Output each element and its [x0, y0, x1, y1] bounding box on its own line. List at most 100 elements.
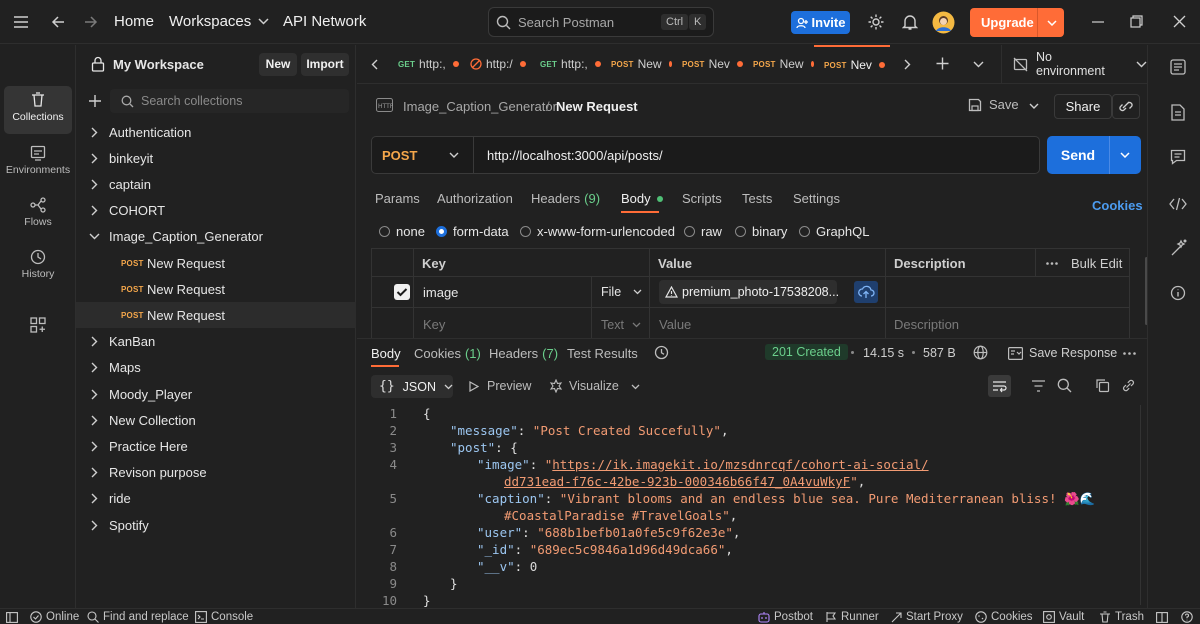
request-tab[interactable]: GET http:,	[530, 45, 601, 83]
request-tab[interactable]: POST New	[601, 45, 672, 83]
url-input[interactable]: http://localhost:3000/api/posts/	[487, 148, 663, 163]
request-tab[interactable]: POST Nev	[672, 45, 743, 83]
postbot-button[interactable]: Postbot	[758, 611, 813, 623]
request-tab[interactable]: GET http:,	[388, 45, 459, 83]
menu-icon[interactable]	[13, 15, 29, 29]
api-network-link[interactable]: API Network	[283, 13, 366, 30]
collection-item[interactable]: Maps	[76, 355, 356, 381]
tab-settings[interactable]: Settings	[793, 191, 840, 206]
online-status[interactable]: Online	[30, 611, 79, 623]
workspace-name[interactable]: My Workspace	[113, 57, 204, 72]
chevron-down-icon[interactable]	[1120, 152, 1130, 158]
chevron-down-icon[interactable]	[973, 61, 984, 68]
workspaces-menu[interactable]: Workspaces	[169, 13, 269, 30]
layout-icon[interactable]	[1156, 612, 1168, 623]
collection-item[interactable]: captain	[76, 171, 356, 197]
rail-configure[interactable]	[4, 311, 72, 341]
visualize-button[interactable]: Visualize	[549, 379, 619, 393]
import-button[interactable]: Import	[301, 53, 349, 76]
search-icon[interactable]	[1057, 378, 1072, 393]
new-button[interactable]: New	[259, 53, 297, 76]
start-proxy-button[interactable]: Start Proxy	[890, 611, 963, 623]
gear-icon[interactable]	[867, 13, 885, 31]
empty-description[interactable]: Description	[894, 317, 959, 332]
filter-icon[interactable]	[1031, 380, 1046, 392]
collection-search-input[interactable]: Search collections	[110, 89, 349, 113]
share-button[interactable]: Share	[1054, 94, 1112, 119]
tab-scripts[interactable]: Scripts	[682, 191, 722, 206]
response-code[interactable]: 1 { 2 "message": "Post Created Succefull…	[357, 404, 1147, 608]
radio-form-data[interactable]: form-data	[436, 224, 509, 239]
breadcrumb-request[interactable]: New Request	[556, 99, 638, 114]
json-link[interactable]: dd731ead-f76c-42be-923b-000346b66f47_0A4…	[504, 474, 850, 489]
checkbox-checked[interactable]	[394, 284, 410, 300]
history-icon[interactable]	[654, 345, 669, 360]
invite-button[interactable]: Invite	[791, 11, 850, 34]
chevron-down-icon[interactable]	[1029, 103, 1039, 109]
code-icon[interactable]	[1169, 197, 1187, 211]
preview-button[interactable]: Preview	[469, 379, 531, 393]
breadcrumb-collection[interactable]: Image_Caption_Generator	[403, 99, 557, 114]
info-icon[interactable]	[1170, 285, 1186, 301]
tab-params[interactable]: Params	[375, 191, 420, 206]
save-button[interactable]: Save	[968, 97, 1019, 112]
copy-icon[interactable]	[1095, 378, 1110, 393]
scrollbar-track[interactable]	[1140, 405, 1141, 605]
more-icon[interactable]	[1123, 352, 1136, 355]
radio-none[interactable]: none	[379, 224, 425, 239]
save-response-button[interactable]: Save Response	[1008, 346, 1117, 360]
format-select[interactable]: {} JSON	[371, 375, 453, 398]
search-input[interactable]: Search Postman Ctrl K	[488, 7, 714, 37]
response-tab-body[interactable]: Body	[371, 346, 401, 361]
cookies-link[interactable]: Cookies	[1092, 198, 1143, 213]
forward-icon[interactable]	[83, 14, 99, 30]
tab-headers[interactable]: Headers (9)	[531, 191, 600, 206]
chevron-down-icon[interactable]	[1047, 19, 1057, 26]
bell-icon[interactable]	[902, 13, 918, 31]
chevron-down-icon[interactable]	[631, 384, 640, 390]
tab-authorization[interactable]: Authorization	[437, 191, 513, 206]
collection-item[interactable]: Practice Here	[76, 433, 356, 459]
comments-icon[interactable]	[1170, 149, 1186, 165]
radio-raw[interactable]: raw	[684, 224, 722, 239]
request-item[interactable]: POST New Request	[76, 302, 356, 329]
request-tab[interactable]: http:/	[459, 45, 530, 83]
vault-button[interactable]: Vault	[1043, 611, 1084, 623]
json-link[interactable]: https://ik.imagekit.io/mzsdnrcqf/cohort-…	[552, 457, 928, 472]
runner-button[interactable]: Runner	[825, 611, 879, 623]
send-button[interactable]: Send	[1047, 147, 1109, 163]
environment-selector[interactable]: No environment	[1001, 45, 1147, 83]
collection-item[interactable]: COHORT	[76, 198, 356, 224]
link-icon[interactable]	[1112, 94, 1140, 119]
radio-graphql[interactable]: GraphQL	[799, 224, 869, 239]
request-item[interactable]: POST New Request	[76, 250, 356, 276]
console-button[interactable]: Console	[195, 611, 253, 623]
upgrade-button[interactable]: Upgrade	[970, 8, 1064, 37]
request-tab[interactable]: POST New	[743, 45, 814, 83]
response-tab-test-results[interactable]: Test Results	[567, 346, 638, 361]
document-icon[interactable]	[1171, 104, 1185, 121]
collection-item[interactable]: New Collection	[76, 407, 356, 433]
find-replace-button[interactable]: Find and replace	[87, 611, 189, 623]
close-icon[interactable]	[1173, 15, 1186, 28]
collection-item[interactable]: Image_Caption_Generator	[76, 224, 356, 250]
bulk-edit-button[interactable]: Bulk Edit	[1071, 256, 1122, 271]
collection-item[interactable]: Revison purpose	[76, 460, 356, 486]
wrap-lines-icon[interactable]	[988, 375, 1011, 397]
request-item[interactable]: POST New Request	[76, 276, 356, 302]
api-icon[interactable]	[1170, 59, 1186, 75]
description-cell[interactable]	[886, 277, 1129, 308]
rail-collections[interactable]: Collections	[4, 86, 72, 134]
radio-urlencoded[interactable]: x-www-form-urlencoded	[520, 224, 675, 239]
cookies-button[interactable]: Cookies	[975, 611, 1033, 623]
rail-history[interactable]: History	[4, 243, 72, 291]
minimize-icon[interactable]	[1092, 21, 1104, 23]
response-tab-cookies[interactable]: Cookies (1)	[414, 346, 481, 361]
method-select[interactable]: POST	[372, 137, 474, 173]
plus-icon[interactable]	[936, 57, 949, 70]
chevron-left-icon[interactable]	[371, 59, 378, 70]
chevron-right-icon[interactable]	[904, 59, 911, 70]
globe-icon[interactable]	[973, 345, 988, 360]
rail-flows[interactable]: Flows	[4, 191, 72, 239]
plus-icon[interactable]	[88, 94, 102, 108]
